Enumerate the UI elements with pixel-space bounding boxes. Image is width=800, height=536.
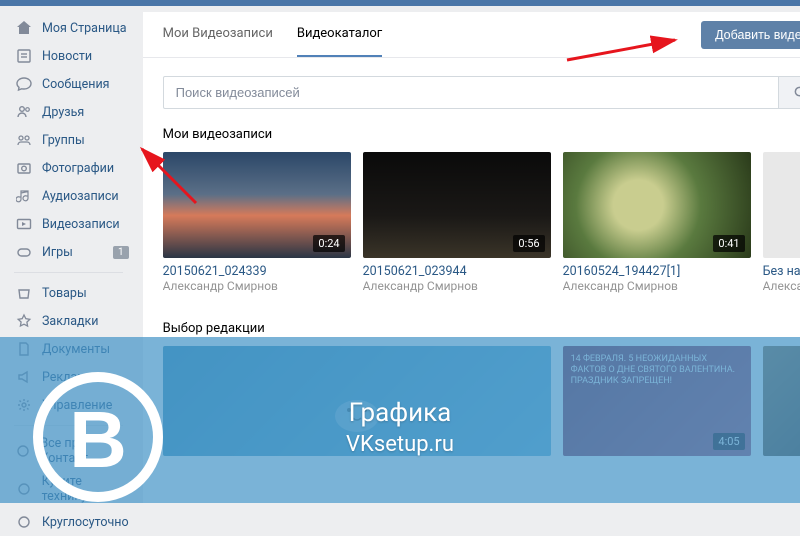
search-button[interactable] — [779, 76, 800, 109]
section-title-editor: Выбор редакции — [143, 311, 800, 346]
video-card[interactable]: Без назва Александ — [763, 152, 800, 293]
video-card[interactable]: 0:41 20160524_194427[1] Александр Смирно… — [563, 152, 751, 293]
sidebar-item-my-page[interactable]: Моя Страница — [0, 14, 137, 42]
video-thumbnail: 0:41 — [563, 152, 751, 258]
sidebar-item-label: Управление — [42, 398, 112, 413]
video-thumbnail — [763, 152, 800, 258]
groups-icon — [14, 130, 34, 150]
tab-catalog[interactable]: Видеокаталог — [297, 12, 382, 57]
sidebar-item-news[interactable]: Новости — [0, 42, 137, 70]
video-thumbnail: 0:56 — [363, 152, 551, 258]
search-row — [143, 58, 800, 123]
photos-icon — [14, 158, 34, 178]
main-content: Мои Видеозаписи Видеокаталог Добавить ви… — [143, 12, 800, 503]
video-author: Александр Смирнов — [563, 279, 751, 293]
sidebar-item-label: Друзья — [42, 105, 84, 120]
star-icon — [14, 311, 34, 331]
video-duration: 0:24 — [313, 235, 344, 252]
sidebar-item-label: Группы — [42, 133, 85, 148]
sidebar-item-market[interactable]: Товары — [0, 279, 137, 307]
sidebar-item-audio[interactable]: Аудиозаписи — [0, 182, 137, 210]
sidebar-item-label: Игры — [42, 245, 73, 260]
tabs-row: Мои Видеозаписи Видеокаталог Добавить ви… — [143, 12, 800, 58]
sidebar-item-groups[interactable]: Группы — [0, 126, 137, 154]
sidebar-item-label: Реклама — [42, 370, 93, 385]
games-icon — [14, 242, 34, 262]
sidebar-item-promo3[interactable]: Круглосуточно — [0, 508, 137, 536]
editor-videos-row: 14 ФЕВРАЛЯ. 5 НЕОЖИДАННЫХ ФАКТОВ О ДНЕ С… — [143, 346, 800, 456]
editor-video-card[interactable]: 14 ФЕВРАЛЯ. 5 НЕОЖИДАННЫХ ФАКТОВ О ДНЕ С… — [563, 346, 751, 456]
divider — [14, 425, 123, 426]
tab-my-videos[interactable]: Мои Видеозаписи — [163, 12, 273, 57]
video-author: Александр Смирнов — [163, 279, 351, 293]
videos-icon — [14, 214, 34, 234]
home-icon — [14, 18, 34, 38]
video-duration: 0:41 — [713, 235, 744, 252]
editor-video-card[interactable] — [763, 346, 800, 456]
docs-icon — [14, 339, 34, 359]
video-card[interactable]: 0:24 20150621_024339 Александр Смирнов — [163, 152, 351, 293]
badge-count: 1 — [113, 246, 129, 259]
my-videos-row: 0:24 20150621_024339 Александр Смирнов 0… — [143, 152, 800, 311]
ads-icon — [14, 367, 34, 387]
video-author: Александ — [763, 279, 800, 293]
divider — [14, 272, 123, 273]
sidebar-item-label: Аудиозаписи — [42, 189, 119, 204]
sidebar-item-bookmarks[interactable]: Закладки — [0, 307, 137, 335]
sidebar-item-label: Фотографии — [42, 161, 114, 176]
add-video-button[interactable]: Добавить видео — [701, 21, 800, 49]
sidebar-item-promo2[interactable]: Купите технику — [0, 470, 137, 508]
sidebar-item-label: Купите технику — [42, 474, 129, 504]
sidebar-item-games[interactable]: Игры 1 — [0, 238, 137, 266]
video-author: Александр Смирнов — [363, 279, 551, 293]
messages-icon — [14, 74, 34, 94]
video-duration: 0:56 — [513, 235, 544, 252]
video-card[interactable]: 0:56 20150621_023944 Александр Смирнов — [363, 152, 551, 293]
circle-icon — [14, 441, 32, 461]
sidebar-item-label: Моя Страница — [42, 21, 127, 36]
video-title: 20150621_023944 — [363, 264, 551, 279]
sidebar-item-label: Новости — [42, 49, 92, 64]
video-title: 20160524_194427[1] — [563, 264, 751, 279]
section-title-my-videos: Мои видеозаписи — [143, 123, 800, 152]
sidebar-item-ads[interactable]: Реклама — [0, 363, 137, 391]
sidebar-item-label: Закладки — [42, 314, 99, 329]
sidebar-item-messages[interactable]: Сообщения — [0, 70, 137, 98]
audio-icon — [14, 186, 34, 206]
sidebar-item-friends[interactable]: Друзья — [0, 98, 137, 126]
sidebar-item-label: Документы — [42, 342, 110, 357]
editor-video-card[interactable] — [163, 346, 551, 456]
gear-icon — [14, 395, 34, 415]
sidebar-item-label: Товары — [42, 286, 87, 301]
sidebar-item-promo1[interactable]: Все про Контакт — [0, 432, 137, 470]
editor-video-caption: 14 ФЕВРАЛЯ. 5 НЕОЖИДАННЫХ ФАКТОВ О ДНЕ С… — [571, 354, 743, 386]
video-title: 20150621_024339 — [163, 264, 351, 279]
sidebar-item-label: Видеозаписи — [42, 217, 120, 232]
sidebar-item-manage[interactable]: Управление — [0, 391, 137, 419]
video-title: Без назва — [763, 264, 800, 279]
video-thumbnail: 0:24 — [163, 152, 351, 258]
market-icon — [14, 283, 34, 303]
sidebar-item-photos[interactable]: Фотографии — [0, 154, 137, 182]
sidebar-item-label: Все про Контакт — [40, 436, 128, 466]
circle-icon — [14, 479, 34, 499]
video-duration: 4:05 — [713, 433, 744, 450]
sidebar-item-label: Сообщения — [42, 77, 110, 92]
sidebar-item-videos[interactable]: Видеозаписи — [0, 210, 137, 238]
search-icon — [793, 85, 800, 100]
sidebar-item-label: Круглосуточно — [42, 515, 129, 530]
left-sidebar: Моя Страница Новости Сообщения Друзья Гр… — [0, 6, 137, 503]
search-input[interactable] — [163, 76, 779, 109]
circle-icon — [14, 512, 34, 532]
news-icon — [14, 46, 34, 66]
friends-icon — [14, 102, 34, 122]
sidebar-item-docs[interactable]: Документы — [0, 335, 137, 363]
